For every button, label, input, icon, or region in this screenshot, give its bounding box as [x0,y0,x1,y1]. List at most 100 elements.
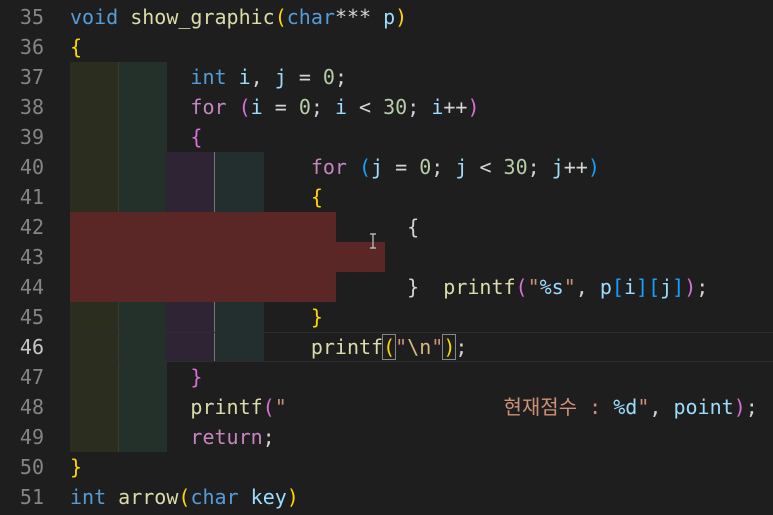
code-token: ) [442,334,457,360]
code-token: } [310,305,323,329]
code-token: p [383,5,396,29]
code-token: \n [407,335,432,359]
code-token: { [190,125,203,149]
code-line[interactable]: int i, j = 0; [70,62,347,92]
code-line[interactable]: } [70,302,323,332]
code-token: p [599,275,612,299]
code-token: " [563,275,576,299]
code-line[interactable]: printf(" 현재점수 : %d", point); [70,392,757,422]
code-token: j [371,155,384,179]
line-number: 46 [19,335,44,359]
code-token: ( [359,155,372,179]
code-token: " [637,395,650,419]
line-number: 48 [19,395,44,419]
code-token: ( [178,485,191,509]
code-token: , [575,275,600,299]
code-token: %s [539,275,564,299]
code-token: { [407,215,420,239]
line-number: 47 [19,365,44,389]
code-token: { [310,185,323,209]
code-token: ( [262,395,275,419]
code-token: arrow [118,485,179,509]
code-token: ) [467,95,480,119]
code-token: ) [286,485,299,509]
code-token: , [250,65,275,89]
line-number: 38 [19,95,44,119]
code-token: printf [190,395,263,419]
code-token: " [527,275,540,299]
code-token: return [190,425,263,449]
code-token: ( [274,5,287,29]
code-token: int [190,65,227,89]
code-token: [ [648,275,661,299]
code-token: 0 [298,95,311,119]
code-line[interactable]: } [70,362,202,392]
code-token: ; [262,425,275,449]
code-token: ; [310,95,335,119]
code-token: void [70,5,119,29]
code-token: ] [636,275,649,299]
code-token: printf [310,335,384,359]
code-line[interactable]: for (i = 0; i < 30; i++) [70,92,480,122]
code-token: j [455,155,468,179]
code-line[interactable]: return; [70,422,275,452]
code-token: [ [611,275,624,299]
code-token: i [250,95,263,119]
code-token: ( [238,95,251,119]
code-token: ) [684,275,697,299]
code-token: char [190,485,239,509]
code-token: ++ [563,155,588,179]
code-line[interactable]: { [70,32,82,62]
code-token: ; [455,335,468,359]
code-token: ; [431,155,456,179]
code-line[interactable]: { [70,212,419,242]
code-token: point [673,395,734,419]
code-token: ) [733,395,746,419]
code-token: = [383,155,420,179]
code-token: ( [382,334,397,360]
line-number: 49 [19,425,44,449]
code-token: ( [515,275,528,299]
code-line[interactable]: } [70,452,82,482]
code-token: 30 [503,155,528,179]
code-token: j [551,155,564,179]
code-line[interactable]: printf("\n"); [70,332,467,362]
code-line[interactable]: int arrow(char key) [70,482,299,512]
code-editor[interactable]: 35 void show_graphic(char*** p) 36{37 int … [0,0,773,515]
code-token: } [190,365,203,389]
code-token: char [286,5,335,29]
code-token: j [660,275,673,299]
line-number: 39 [19,125,44,149]
code-token: ; [407,95,432,119]
code-token: " 현재점수 : [274,395,614,419]
code-token: ; [696,275,709,299]
code-token: key [250,485,287,509]
line-number: 45 [19,305,44,329]
code-token: i [238,65,251,89]
code-line[interactable]: void show_graphic(char*** p) [70,2,407,32]
code-token: i [623,275,637,299]
code-line[interactable]: } printf("%s", p[i][j]); [70,272,708,302]
code-token: printf [443,275,516,299]
code-token: ++ [443,95,468,119]
line-number: 36 [19,35,44,59]
code-line[interactable]: { [70,122,202,152]
code-token: < [467,155,504,179]
code-token: ; [527,155,552,179]
code-line[interactable]: for (j = 0; j < 30; j++) [70,152,600,182]
code-line[interactable]: { [70,182,323,212]
code-token: " [395,335,408,359]
code-token: ; [334,65,347,89]
code-token: { [70,35,83,59]
line-number: 51 [19,485,44,509]
